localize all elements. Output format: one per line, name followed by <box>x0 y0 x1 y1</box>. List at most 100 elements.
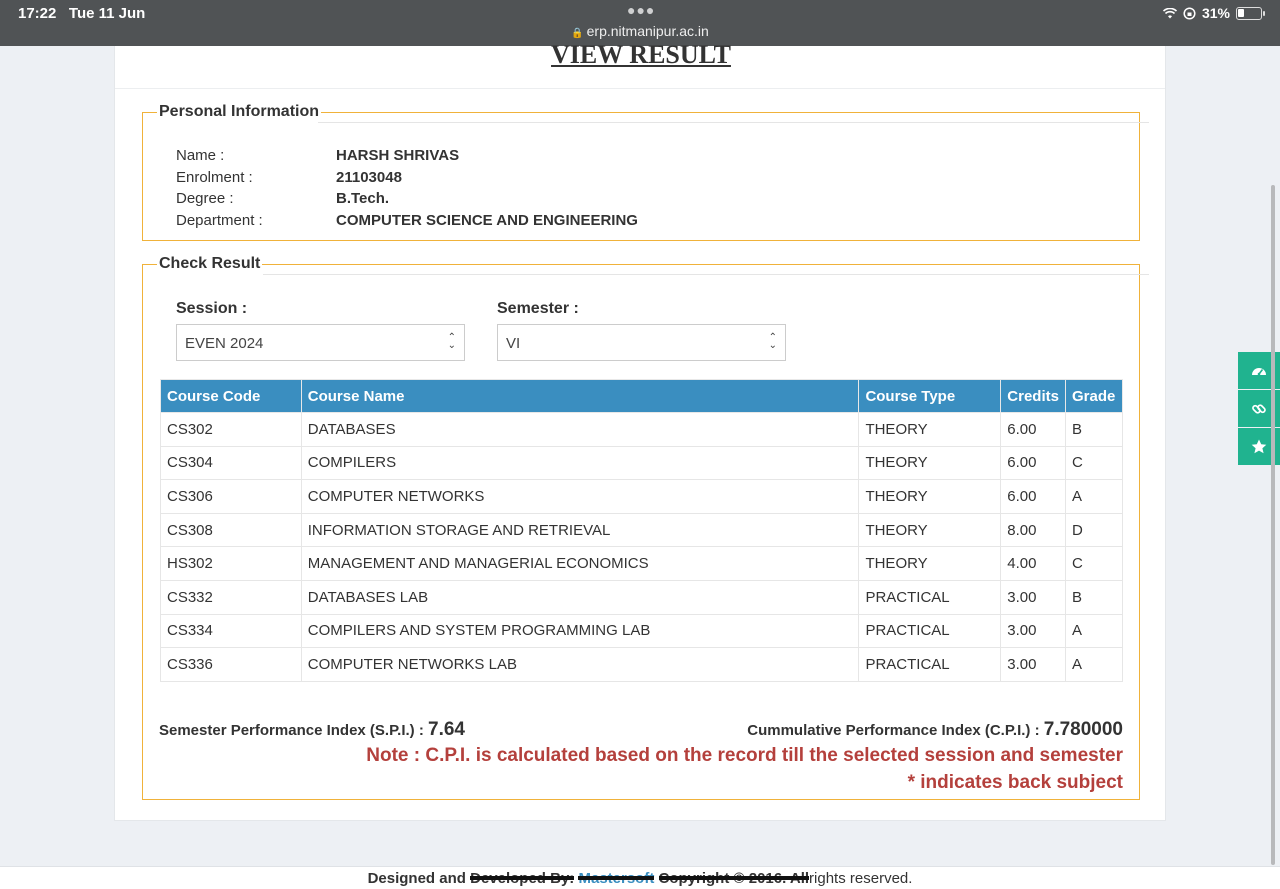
table-row: CS306 COMPUTER NETWORKS THEORY 6.00 A <box>160 479 1124 514</box>
course-type-cell: THEORY <box>858 512 1002 548</box>
session-select[interactable]: EVEN 2024 ⌃ ⌄ <box>176 324 465 361</box>
course-name-cell: INFORMATION STORAGE AND RETRIEVAL <box>300 512 860 548</box>
credits-cell: 3.00 <box>1000 579 1066 615</box>
col-course-name: Course Name <box>300 379 860 413</box>
cpi-note: Note : C.P.I. is calculated based on the… <box>366 745 1123 766</box>
battery-percent: 31% <box>1201 5 1230 21</box>
table-row: CS302 DATABASES THEORY 6.00 B <box>160 412 1124 447</box>
course-name-cell: MANAGEMENT AND MANAGERIAL ECONOMICS <box>300 546 860 581</box>
grade-cell: C <box>1064 546 1124 581</box>
col-credits: Credits <box>1000 379 1066 413</box>
table-row: CS304 COMPILERS THEORY 6.00 C <box>160 445 1124 481</box>
footer-company-link[interactable]: Mastersoft <box>578 870 654 887</box>
department-label: Department : <box>176 212 263 229</box>
grade-cell: A <box>1064 613 1124 649</box>
course-code-cell: CS336 <box>160 647 302 682</box>
grade-cell: C <box>1064 445 1124 481</box>
course-type-cell: THEORY <box>858 546 1002 581</box>
course-code-cell: CS332 <box>160 579 302 615</box>
name-label: Name : <box>176 147 225 164</box>
course-type-cell: PRACTICAL <box>858 647 1002 682</box>
credits-cell: 6.00 <box>1000 445 1066 481</box>
link-icon <box>1252 403 1266 414</box>
wifi-icon <box>1162 7 1177 18</box>
session-label: Session : <box>176 300 248 317</box>
battery-icon <box>1236 6 1265 20</box>
degree-value: B.Tech. <box>336 190 390 207</box>
table-row: CS332 DATABASES LAB PRACTICAL 3.00 B <box>160 579 1124 615</box>
personal-info-legend: Personal Information <box>157 103 322 121</box>
browser-menu-dots-icon[interactable]: ●●● <box>627 2 655 18</box>
course-type-cell: PRACTICAL <box>858 579 1002 615</box>
name-value: HARSH SHRIVAS <box>336 147 460 164</box>
session-value: EVEN 2024 <box>185 335 264 352</box>
check-result-section: Check Result Session : EVEN 2024 ⌃ ⌄ Seme… <box>142 255 1149 800</box>
page-scrollbar[interactable] <box>1271 185 1275 865</box>
semester-select[interactable]: VI ⌃ ⌄ <box>497 324 786 361</box>
credits-cell: 4.00 <box>1000 546 1066 581</box>
spi-value: 7.64 <box>428 719 465 740</box>
col-course-type: Course Type <box>858 379 1002 413</box>
grade-cell: B <box>1064 579 1124 615</box>
enrolment-row: Enrolment : 21103048 <box>176 169 402 186</box>
dashboard-icon <box>1252 367 1266 375</box>
lock-icon: 🔒 <box>571 28 584 39</box>
legend-divider <box>263 274 1149 275</box>
course-name-cell: COMPILERS <box>300 445 860 481</box>
course-type-cell: THEORY <box>858 445 1002 481</box>
back-subject-note: * indicates back subject <box>907 772 1123 793</box>
result-card: VIEW RESULT Personal Information Name : H… <box>114 40 1166 821</box>
credits-cell: 6.00 <box>1000 479 1066 514</box>
check-result-legend: Check Result <box>157 255 263 273</box>
course-name-cell: COMPUTER NETWORKS <box>300 479 860 514</box>
footer-developed-text: Developed By: <box>470 870 575 887</box>
credits-cell: 8.00 <box>1000 512 1066 548</box>
status-time: 17:22 Tue 11 Jun <box>18 5 146 22</box>
personal-info-section: Personal Information Name : HARSH SHRIVAS… <box>142 103 1149 241</box>
name-row: Name : HARSH SHRIVAS <box>176 147 459 164</box>
course-type-cell: THEORY <box>858 412 1002 447</box>
course-code-cell: CS304 <box>160 445 302 481</box>
spi-label: Semester Performance Index (S.P.I.) : <box>159 722 424 739</box>
course-code-cell: HS302 <box>160 546 302 581</box>
grade-cell: A <box>1064 479 1124 514</box>
status-indicators: 31% <box>1162 5 1265 21</box>
table-row: CS334 COMPILERS AND SYSTEM PROGRAMMING LA… <box>160 613 1124 649</box>
address-bar[interactable]: 🔒 erp.nitmanipur.ac.in <box>0 23 1280 39</box>
star-icon <box>1251 439 1267 453</box>
course-name-cell: COMPUTER NETWORKS LAB <box>300 647 860 682</box>
degree-row: Degree : B.Tech. <box>176 190 389 207</box>
course-code-cell: CS308 <box>160 512 302 548</box>
footer-designed-text: Designed and <box>367 870 466 887</box>
semester-value: VI <box>506 335 521 352</box>
course-code-cell: CS334 <box>160 613 302 649</box>
course-name-cell: DATABASES LAB <box>300 579 860 615</box>
grade-cell: A <box>1064 647 1124 682</box>
course-name-cell: COMPILERS AND SYSTEM PROGRAMMING LAB <box>300 613 860 649</box>
course-type-cell: PRACTICAL <box>858 613 1002 649</box>
credits-cell: 3.00 <box>1000 647 1066 682</box>
degree-label: Degree : <box>176 190 234 207</box>
credits-cell: 3.00 <box>1000 613 1066 649</box>
title-divider <box>115 88 1165 89</box>
select-chevrons-icon: ⌃ ⌄ <box>447 332 456 351</box>
cpi-value: 7.780000 <box>1043 719 1123 740</box>
legend-divider <box>318 122 1149 123</box>
spi-summary: Semester Performance Index (S.P.I.) : 7.… <box>159 719 465 741</box>
course-name-cell: DATABASES <box>300 412 860 447</box>
table-header-row: Course Code Course Name Course Type Cred… <box>160 379 1124 413</box>
course-code-cell: CS306 <box>160 479 302 514</box>
table-row: HS302 MANAGEMENT AND MANAGERIAL ECONOMICS… <box>160 546 1124 581</box>
footer-copyright-text: Copyright © 2016. All <box>658 870 810 887</box>
cpi-label: Cummulative Performance Index (C.P.I.) : <box>747 722 1040 739</box>
enrolment-label: Enrolment : <box>176 169 253 186</box>
result-table: Course Code Course Name Course Type Cred… <box>160 379 1124 682</box>
col-grade: Grade <box>1064 379 1124 413</box>
credits-cell: 6.00 <box>1000 412 1066 447</box>
select-chevrons-icon: ⌃ ⌄ <box>768 332 777 351</box>
course-type-cell: THEORY <box>858 479 1002 514</box>
department-value: COMPUTER SCIENCE AND ENGINEERING <box>336 212 638 229</box>
cpi-summary: Cummulative Performance Index (C.P.I.) :… <box>747 719 1123 741</box>
footer-rights-text: rights reserved. <box>809 870 913 887</box>
course-code-cell: CS302 <box>160 412 302 447</box>
